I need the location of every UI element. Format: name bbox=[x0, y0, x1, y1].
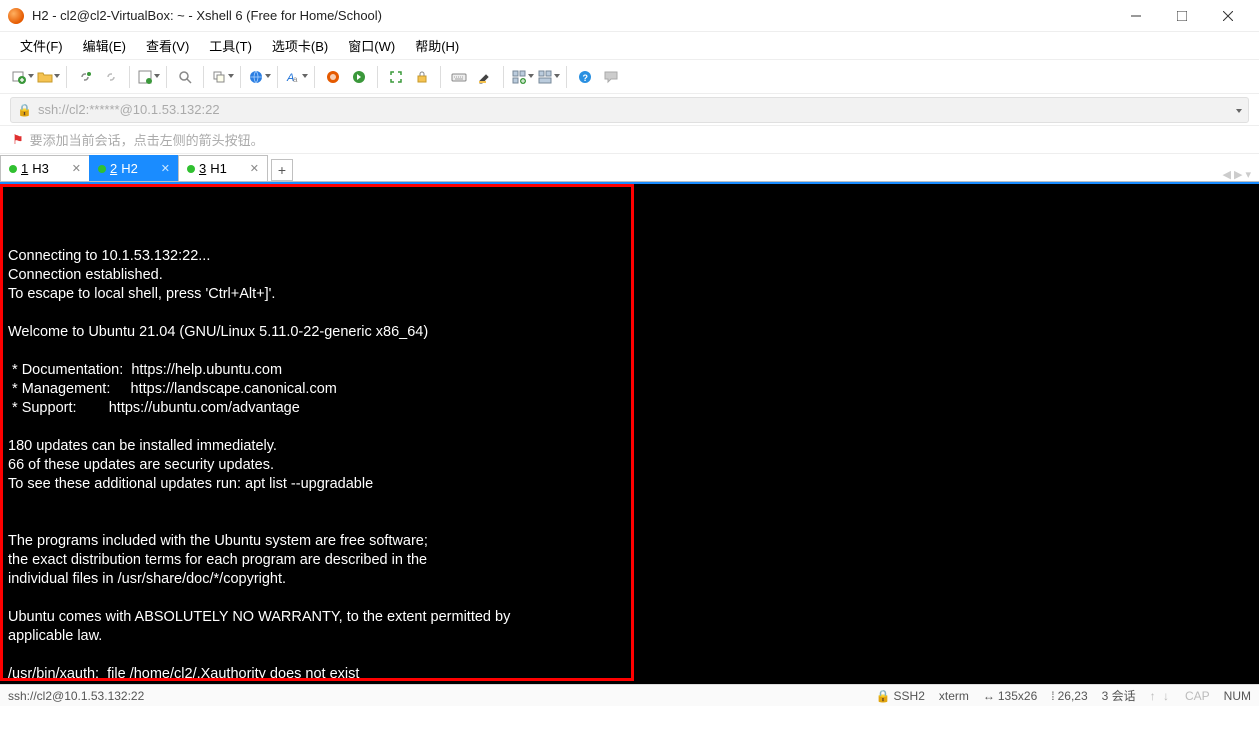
disconnect-icon[interactable] bbox=[99, 65, 123, 89]
status-proto: SSH2 bbox=[894, 689, 925, 703]
terminal-line bbox=[8, 418, 1251, 437]
terminal-line bbox=[8, 304, 1251, 323]
tab-close-icon[interactable]: ✕ bbox=[70, 162, 83, 175]
menu-edit[interactable]: 编辑(E) bbox=[75, 32, 134, 59]
menu-bar: 文件(F) 编辑(E) 查看(V) 工具(T) 选项卡(B) 窗口(W) 帮助(… bbox=[0, 32, 1259, 60]
tab-label: H3 bbox=[32, 161, 49, 176]
tab-label: H2 bbox=[121, 161, 138, 176]
toolbar: Aa ? bbox=[0, 60, 1259, 94]
terminal-line: To see these additional updates run: apt… bbox=[8, 475, 1251, 494]
hint-text: 要添加当前会话，点击左侧的箭头按钮。 bbox=[30, 130, 264, 149]
status-connection: ssh://cl2@10.1.53.132:22 bbox=[8, 689, 862, 703]
xftp-logo-icon[interactable] bbox=[347, 65, 371, 89]
flag-icon: ⚑ bbox=[12, 132, 24, 148]
menu-tools[interactable]: 工具(T) bbox=[201, 32, 260, 59]
copy-icon[interactable] bbox=[210, 65, 234, 89]
address-text: ssh://cl2:******@10.1.53.132:22 bbox=[38, 102, 220, 117]
terminal-line: * Documentation: https://help.ubuntu.com bbox=[8, 361, 1251, 380]
tab-num: 1 bbox=[21, 161, 28, 176]
open-session-icon[interactable] bbox=[36, 65, 60, 89]
tile-add-icon[interactable] bbox=[510, 65, 534, 89]
terminal-line: * Management: https://landscape.canonica… bbox=[8, 380, 1251, 399]
terminal-line: To escape to local shell, press 'Ctrl+Al… bbox=[8, 285, 1251, 304]
status-dot-icon bbox=[187, 165, 195, 173]
status-bar: ssh://cl2@10.1.53.132:22 🔒SSH2 xterm ↔ 1… bbox=[0, 684, 1259, 706]
keyboard-icon[interactable] bbox=[447, 65, 471, 89]
menu-tabs[interactable]: 选项卡(B) bbox=[264, 32, 336, 59]
help-icon[interactable]: ? bbox=[573, 65, 597, 89]
terminal-line: The programs included with the Ubuntu sy… bbox=[8, 532, 1251, 551]
tile-view-icon[interactable] bbox=[536, 65, 560, 89]
terminal-line: applicable law. bbox=[8, 627, 1251, 646]
tab-label: H1 bbox=[210, 161, 227, 176]
terminal-line bbox=[8, 494, 1251, 513]
status-num: NUM bbox=[1224, 689, 1251, 703]
pos-icon: ⁞ bbox=[1051, 689, 1054, 703]
menu-view[interactable]: 查看(V) bbox=[138, 32, 197, 59]
close-button[interactable] bbox=[1205, 0, 1251, 32]
add-tab-button[interactable]: + bbox=[271, 159, 293, 181]
svg-text:?: ? bbox=[583, 73, 589, 83]
tab-nav-arrows[interactable]: ◀ ▶ ▾ bbox=[1222, 168, 1251, 181]
new-session-icon[interactable] bbox=[10, 65, 34, 89]
terminal-line bbox=[8, 646, 1251, 665]
terminal-line: the exact distribution terms for each pr… bbox=[8, 551, 1251, 570]
menu-help[interactable]: 帮助(H) bbox=[407, 32, 467, 59]
xshell-logo-icon[interactable] bbox=[321, 65, 345, 89]
terminal-line bbox=[8, 513, 1251, 532]
address-input[interactable]: 🔒 ssh://cl2:******@10.1.53.132:22 bbox=[10, 97, 1249, 123]
terminal-line: Welcome to Ubuntu 21.04 (GNU/Linux 5.11.… bbox=[8, 323, 1251, 342]
terminal-line: * Support: https://ubuntu.com/advantage bbox=[8, 399, 1251, 418]
minimize-button[interactable] bbox=[1113, 0, 1159, 32]
terminal-line: /usr/bin/xauth: file /home/cl2/.Xauthori… bbox=[8, 665, 1251, 684]
terminal-line: 66 of these updates are security updates… bbox=[8, 456, 1251, 475]
size-icon: ↔ bbox=[983, 689, 995, 703]
status-term: xterm bbox=[939, 689, 969, 703]
tab-h1[interactable]: 3 H1 ✕ bbox=[178, 155, 268, 181]
lock-icon[interactable] bbox=[410, 65, 434, 89]
tab-h2[interactable]: 2 H2 ✕ bbox=[89, 155, 179, 181]
tab-num: 3 bbox=[199, 161, 206, 176]
tab-h3[interactable]: 1 H3 ✕ bbox=[0, 155, 90, 181]
tab-num: 2 bbox=[110, 161, 117, 176]
terminal-line bbox=[8, 342, 1251, 361]
terminal-line: Connection established. bbox=[8, 266, 1251, 285]
terminal-line: Ubuntu comes with ABSOLUTELY NO WARRANTY… bbox=[8, 608, 1251, 627]
status-dot-icon bbox=[98, 165, 106, 173]
tab-close-icon[interactable]: ✕ bbox=[248, 162, 261, 175]
address-dropdown-icon[interactable] bbox=[1235, 102, 1242, 117]
app-icon bbox=[8, 8, 24, 24]
lock-small-icon: 🔒 bbox=[17, 103, 32, 117]
lock-status-icon: 🔒 bbox=[876, 689, 891, 703]
terminal[interactable]: Connecting to 10.1.53.132:22...Connectio… bbox=[0, 182, 1259, 684]
terminal-line bbox=[8, 589, 1251, 608]
tab-strip: 1 H3 ✕ 2 H2 ✕ 3 H1 ✕ + ◀ ▶ ▾ bbox=[0, 154, 1259, 182]
maximize-button[interactable] bbox=[1159, 0, 1205, 32]
menu-file[interactable]: 文件(F) bbox=[12, 32, 71, 59]
globe-icon[interactable] bbox=[247, 65, 271, 89]
status-cap: CAP bbox=[1185, 689, 1210, 703]
status-size: 135x26 bbox=[998, 689, 1037, 703]
status-pos: 26,23 bbox=[1058, 689, 1088, 703]
terminal-line: individual files in /usr/share/doc/*/cop… bbox=[8, 570, 1251, 589]
highlight-icon[interactable] bbox=[473, 65, 497, 89]
fullscreen-icon[interactable] bbox=[384, 65, 408, 89]
svg-text:a: a bbox=[293, 75, 298, 84]
title-bar: H2 - cl2@cl2-VirtualBox: ~ - Xshell 6 (F… bbox=[0, 0, 1259, 32]
chat-icon[interactable] bbox=[599, 65, 623, 89]
transfer-arrows-icon: ↑ ↓ bbox=[1150, 689, 1171, 703]
hint-bar: ⚑ 要添加当前会话，点击左侧的箭头按钮。 bbox=[0, 126, 1259, 154]
window-title: H2 - cl2@cl2-VirtualBox: ~ - Xshell 6 (F… bbox=[32, 8, 1113, 23]
tab-close-icon[interactable]: ✕ bbox=[159, 162, 172, 175]
search-icon[interactable] bbox=[173, 65, 197, 89]
font-icon[interactable]: Aa bbox=[284, 65, 308, 89]
link-icon[interactable] bbox=[73, 65, 97, 89]
address-bar: 🔒 ssh://cl2:******@10.1.53.132:22 bbox=[0, 94, 1259, 126]
status-sessions: 3 会话 bbox=[1102, 687, 1136, 704]
status-dot-icon bbox=[9, 165, 17, 173]
menu-window[interactable]: 窗口(W) bbox=[340, 32, 403, 59]
terminal-line: Connecting to 10.1.53.132:22... bbox=[8, 247, 1251, 266]
profile-icon[interactable] bbox=[136, 65, 160, 89]
terminal-line: 180 updates can be installed immediately… bbox=[8, 437, 1251, 456]
